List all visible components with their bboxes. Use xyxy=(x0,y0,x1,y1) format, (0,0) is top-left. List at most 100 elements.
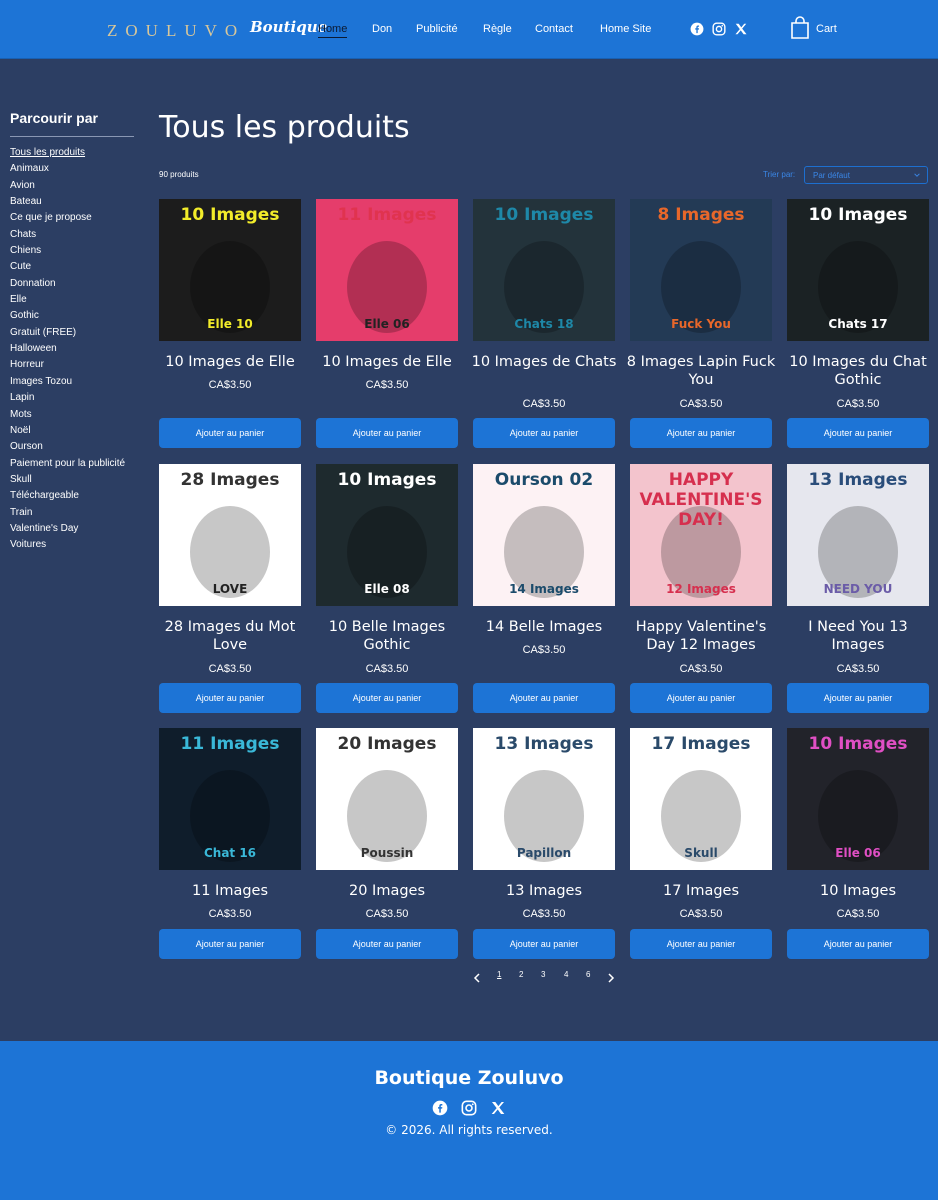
product-name[interactable]: I Need You 13 Images xyxy=(783,618,933,654)
sidebar-item[interactable]: Train xyxy=(10,506,125,522)
product-name[interactable]: 17 Images xyxy=(626,882,776,900)
sidebar-item[interactable]: Elle xyxy=(10,293,125,309)
product-name[interactable]: 10 Belle Images Gothic xyxy=(312,618,462,654)
thumbnail-caption-bottom: Skull xyxy=(684,846,718,860)
sidebar-item[interactable]: Images Tozou xyxy=(10,375,125,391)
chevron-left-icon[interactable] xyxy=(473,973,481,983)
product-price: CA$3.50 xyxy=(836,663,880,675)
sidebar-item[interactable]: Avion xyxy=(10,179,125,195)
nav-home-site[interactable]: Home Site xyxy=(600,23,651,35)
product-image[interactable]: 10 Images Elle 06 xyxy=(787,728,929,870)
thumbnail-caption-top: 10 Images xyxy=(808,734,908,754)
sidebar-item[interactable]: Chats xyxy=(10,228,125,244)
instagram-icon[interactable] xyxy=(712,22,726,36)
sidebar-item[interactable]: Tous les produits xyxy=(10,146,125,162)
sidebar-item[interactable]: Halloween xyxy=(10,342,125,358)
sidebar-item[interactable]: Chiens xyxy=(10,244,125,260)
product-image[interactable]: 13 Images NEED YOU xyxy=(787,464,929,606)
product-image[interactable]: 10 Images Chats 17 xyxy=(787,199,929,341)
sort-select[interactable]: Par défaut xyxy=(804,166,928,184)
logo[interactable]: ZOULUVO xyxy=(107,21,245,41)
product-image[interactable]: 10 Images Chats 18 xyxy=(473,199,615,341)
add-to-cart-button[interactable]: Ajouter au panier xyxy=(159,683,301,713)
product-image[interactable]: 17 Images Skull xyxy=(630,728,772,870)
chevron-right-icon[interactable] xyxy=(607,973,615,983)
product-image[interactable]: 20 Images Poussin xyxy=(316,728,458,870)
product-name[interactable]: 8 Images Lapin Fuck You xyxy=(626,353,776,389)
product-image[interactable]: 11 Images Elle 06 xyxy=(316,199,458,341)
thumbnail-caption-bottom: Elle 08 xyxy=(364,582,410,596)
x-icon[interactable] xyxy=(734,22,748,36)
sidebar-item[interactable]: Mots xyxy=(10,408,125,424)
sidebar-item[interactable]: Cute xyxy=(10,260,125,276)
product-image[interactable]: Ourson 02 14 Images xyxy=(473,464,615,606)
product-image[interactable]: 10 Images Elle 10 xyxy=(159,199,301,341)
add-to-cart-button[interactable]: Ajouter au panier xyxy=(159,418,301,448)
sidebar-item[interactable]: Lapin xyxy=(10,391,125,407)
nav-home[interactable]: Home xyxy=(318,23,348,38)
sidebar-item[interactable]: Gratuit (FREE) xyxy=(10,326,125,342)
add-to-cart-button[interactable]: Ajouter au panier xyxy=(787,418,929,448)
add-to-cart-button[interactable]: Ajouter au panier xyxy=(630,418,772,448)
x-icon[interactable] xyxy=(490,1100,506,1116)
cart-link[interactable]: Cart xyxy=(816,23,837,35)
product-name[interactable]: 14 Belle Images xyxy=(469,618,619,636)
sidebar-item[interactable]: Voitures xyxy=(10,538,125,554)
sidebar-item[interactable]: Horreur xyxy=(10,358,125,374)
page-link-2[interactable]: 2 xyxy=(519,970,523,979)
add-to-cart-button[interactable]: Ajouter au panier xyxy=(787,683,929,713)
add-to-cart-button[interactable]: Ajouter au panier xyxy=(473,929,615,959)
sidebar-item[interactable]: Animaux xyxy=(10,162,125,178)
product-name[interactable]: 10 Images de Elle xyxy=(155,353,305,371)
facebook-icon[interactable] xyxy=(432,1100,448,1116)
add-to-cart-button[interactable]: Ajouter au panier xyxy=(316,683,458,713)
page-link-6[interactable]: 6 xyxy=(586,970,590,979)
nav-regle[interactable]: Règle xyxy=(483,23,512,35)
product-name[interactable]: 10 Images de Chats xyxy=(469,353,619,371)
product-image[interactable]: 11 Images Chat 16 xyxy=(159,728,301,870)
sidebar-item[interactable]: Donnation xyxy=(10,277,125,293)
add-to-cart-button[interactable]: Ajouter au panier xyxy=(630,929,772,959)
product-image[interactable]: 28 Images LOVE xyxy=(159,464,301,606)
add-to-cart-button[interactable]: Ajouter au panier xyxy=(159,929,301,959)
product-image[interactable]: HAPPY VALENTINE'S DAY! 12 Images xyxy=(630,464,772,606)
add-to-cart-button[interactable]: Ajouter au panier xyxy=(473,683,615,713)
thumbnail-caption-top: 11 Images xyxy=(337,205,437,225)
product-name[interactable]: 10 Images du Chat Gothic xyxy=(783,353,933,389)
product-name[interactable]: 13 Images xyxy=(469,882,619,900)
sidebar-item[interactable]: Valentine's Day xyxy=(10,522,125,538)
add-to-cart-button[interactable]: Ajouter au panier xyxy=(316,418,458,448)
sidebar-item[interactable]: Bateau xyxy=(10,195,125,211)
instagram-icon[interactable] xyxy=(461,1100,477,1116)
logo-subtitle[interactable]: Boutique xyxy=(250,18,327,36)
facebook-icon[interactable] xyxy=(690,22,704,36)
add-to-cart-button[interactable]: Ajouter au panier xyxy=(630,683,772,713)
sidebar-item[interactable]: Paiement pour la publicité xyxy=(10,457,125,473)
shopping-bag-icon[interactable] xyxy=(790,16,810,40)
page-link-3[interactable]: 3 xyxy=(541,970,545,979)
product-name[interactable]: 10 Images de Elle xyxy=(312,353,462,371)
product-name[interactable]: 20 Images xyxy=(312,882,462,900)
add-to-cart-button[interactable]: Ajouter au panier xyxy=(787,929,929,959)
sidebar-item[interactable]: Skull xyxy=(10,473,125,489)
page-link-1[interactable]: 1 xyxy=(497,970,501,979)
product-name[interactable]: 10 Images xyxy=(783,882,933,900)
nav-publicite[interactable]: Publicité xyxy=(416,23,458,35)
sidebar-item[interactable]: Ce que je propose xyxy=(10,211,125,227)
product-price: CA$3.50 xyxy=(208,379,252,391)
product-name[interactable]: 11 Images xyxy=(155,882,305,900)
product-name[interactable]: Happy Valentine's Day 12 Images xyxy=(626,618,776,654)
sidebar-item[interactable]: Téléchargeable xyxy=(10,489,125,505)
product-image[interactable]: 13 Images Papillon xyxy=(473,728,615,870)
product-image[interactable]: 10 Images Elle 08 xyxy=(316,464,458,606)
sidebar-item[interactable]: Gothic xyxy=(10,309,125,325)
product-image[interactable]: 8 Images Fuck You xyxy=(630,199,772,341)
add-to-cart-button[interactable]: Ajouter au panier xyxy=(316,929,458,959)
nav-don[interactable]: Don xyxy=(372,23,392,35)
sidebar-item[interactable]: Ourson xyxy=(10,440,125,456)
sidebar-item[interactable]: Noël xyxy=(10,424,125,440)
add-to-cart-button[interactable]: Ajouter au panier xyxy=(473,418,615,448)
page-link-4[interactable]: 4 xyxy=(564,970,568,979)
product-name[interactable]: 28 Images du Mot Love xyxy=(155,618,305,654)
nav-contact[interactable]: Contact xyxy=(535,23,573,35)
